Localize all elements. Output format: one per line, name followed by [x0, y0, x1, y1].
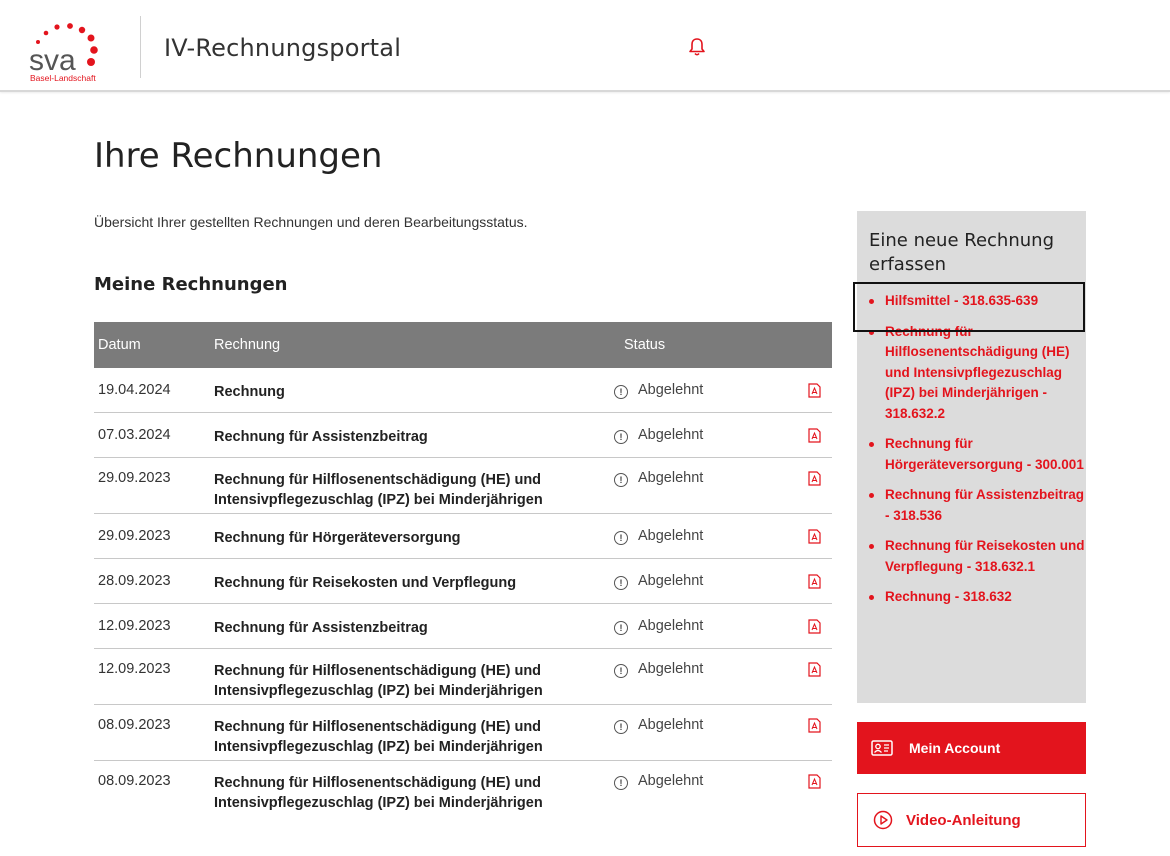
row-date: 08.09.2023 [98, 773, 171, 789]
info-icon: ! [614, 576, 628, 590]
info-icon: ! [614, 531, 628, 545]
header-divider [140, 16, 141, 78]
app-header: sva Basel-Landschaft IV-Rechnungsportal [0, 0, 1170, 92]
table-row[interactable]: 08.09.2023 Rechnung für Hilflosenentschä… [94, 761, 832, 817]
app-title: IV-Rechnungsportal [164, 34, 402, 62]
invoices-table: Datum Rechnung Status 19.04.2024 Rechnun… [94, 322, 832, 817]
video-button-label: Video-Anleitung [906, 812, 1021, 829]
row-status: ! Abgelehnt [614, 661, 703, 678]
page-intro: Übersicht Ihrer gestellten Rechnungen un… [94, 214, 528, 230]
table-row[interactable]: 29.09.2023 Rechnung für Hörgeräteversorg… [94, 514, 832, 559]
pdf-icon[interactable] [808, 718, 821, 733]
table-row[interactable]: 08.09.2023 Rechnung für Hilflosenentschä… [94, 705, 832, 761]
play-icon [873, 810, 893, 830]
status-text: Abgelehnt [638, 528, 704, 544]
row-status: ! Abgelehnt [614, 528, 703, 545]
table-row[interactable]: 29.09.2023 Rechnung für Hilflosenentschä… [94, 458, 832, 514]
column-header-invoice[interactable]: Rechnung [214, 337, 280, 353]
column-header-date[interactable]: Datum [98, 337, 141, 353]
row-status: ! Abgelehnt [614, 618, 703, 635]
info-icon: ! [614, 664, 628, 678]
row-status: ! Abgelehnt [614, 382, 703, 399]
status-text: Abgelehnt [638, 717, 704, 733]
row-invoice[interactable]: Rechnung für Reisekosten und Verpflegung [214, 573, 594, 593]
new-invoice-link[interactable]: Rechnung - 318.632 [857, 587, 1086, 608]
new-invoice-link[interactable]: Rechnung für Hilflosenentschädigung (HE)… [857, 322, 1086, 425]
row-status: ! Abgelehnt [614, 717, 703, 734]
new-invoice-link[interactable]: Rechnung für Reisekosten und Verpflegung… [857, 536, 1086, 577]
status-text: Abgelehnt [638, 773, 704, 789]
column-header-status[interactable]: Status [624, 337, 665, 353]
status-text: Abgelehnt [638, 470, 704, 486]
page-title: Ihre Rechnungen [94, 136, 383, 176]
status-text: Abgelehnt [638, 573, 704, 589]
row-status: ! Abgelehnt [614, 773, 703, 790]
row-invoice[interactable]: Rechnung für Hilflosenentschädigung (HE)… [214, 773, 594, 813]
pdf-icon[interactable] [808, 774, 821, 789]
focus-highlight [853, 282, 1085, 332]
sva-logo[interactable]: sva Basel-Landschaft [26, 14, 126, 84]
pdf-icon[interactable] [808, 428, 821, 443]
row-invoice[interactable]: Rechnung für Hilflosenentschädigung (HE)… [214, 717, 594, 757]
info-icon: ! [614, 473, 628, 487]
new-invoice-link[interactable]: Rechnung für Hörgeräteversorgung - 300.0… [857, 434, 1086, 475]
row-date: 08.09.2023 [98, 717, 171, 733]
status-text: Abgelehnt [638, 661, 704, 677]
bell-icon[interactable] [688, 37, 706, 57]
info-icon: ! [614, 621, 628, 635]
row-invoice[interactable]: Rechnung für Assistenzbeitrag [214, 618, 594, 638]
pdf-icon[interactable] [808, 529, 821, 544]
row-date: 29.09.2023 [98, 470, 171, 486]
row-invoice[interactable]: Rechnung für Hilflosenentschädigung (HE)… [214, 470, 594, 510]
table-row[interactable]: 12.09.2023 Rechnung für Assistenzbeitrag… [94, 604, 832, 649]
table-row[interactable]: 19.04.2024 Rechnung ! Abgelehnt [94, 368, 832, 413]
info-icon: ! [614, 720, 628, 734]
section-title: Meine Rechnungen [94, 274, 288, 295]
pdf-icon[interactable] [808, 471, 821, 486]
new-invoice-title: Eine neue Rechnung erfassen [869, 230, 1054, 275]
row-invoice[interactable]: Rechnung für Hörgeräteversorgung [214, 528, 594, 548]
info-icon: ! [614, 776, 628, 790]
row-invoice[interactable]: Rechnung für Hilflosenentschädigung (HE)… [214, 661, 594, 701]
table-row[interactable]: 12.09.2023 Rechnung für Hilflosenentschä… [94, 649, 832, 705]
table-row[interactable]: 07.03.2024 Rechnung für Assistenzbeitrag… [94, 413, 832, 458]
table-row[interactable]: 28.09.2023 Rechnung für Reisekosten und … [94, 559, 832, 604]
new-invoice-list: Hilfsmittel - 318.635-639 Rechnung für H… [857, 291, 1086, 608]
row-date: 07.03.2024 [98, 427, 171, 443]
row-status: ! Abgelehnt [614, 573, 703, 590]
pdf-icon[interactable] [808, 662, 821, 677]
pdf-icon[interactable] [808, 383, 821, 398]
row-date: 19.04.2024 [98, 382, 171, 398]
logo-subtext: Basel-Landschaft [30, 73, 96, 83]
info-icon: ! [614, 385, 628, 399]
row-date: 28.09.2023 [98, 573, 171, 589]
table-header: Datum Rechnung Status [94, 322, 832, 368]
video-tutorial-button[interactable]: Video-Anleitung [857, 793, 1086, 847]
row-date: 12.09.2023 [98, 661, 171, 677]
status-text: Abgelehnt [638, 382, 704, 398]
status-text: Abgelehnt [638, 618, 704, 634]
row-status: ! Abgelehnt [614, 427, 703, 444]
new-invoice-link[interactable]: Rechnung für Assistenzbeitrag - 318.536 [857, 485, 1086, 526]
row-date: 12.09.2023 [98, 618, 171, 634]
row-status: ! Abgelehnt [614, 470, 703, 487]
account-button-label: Mein Account [909, 740, 1001, 756]
status-text: Abgelehnt [638, 427, 704, 443]
row-date: 29.09.2023 [98, 528, 171, 544]
info-icon: ! [614, 430, 628, 444]
pdf-icon[interactable] [808, 619, 821, 634]
row-invoice[interactable]: Rechnung für Assistenzbeitrag [214, 427, 594, 447]
account-button[interactable]: Mein Account [857, 722, 1086, 774]
pdf-icon[interactable] [808, 574, 821, 589]
id-card-icon [871, 740, 893, 756]
row-invoice[interactable]: Rechnung [214, 382, 594, 402]
